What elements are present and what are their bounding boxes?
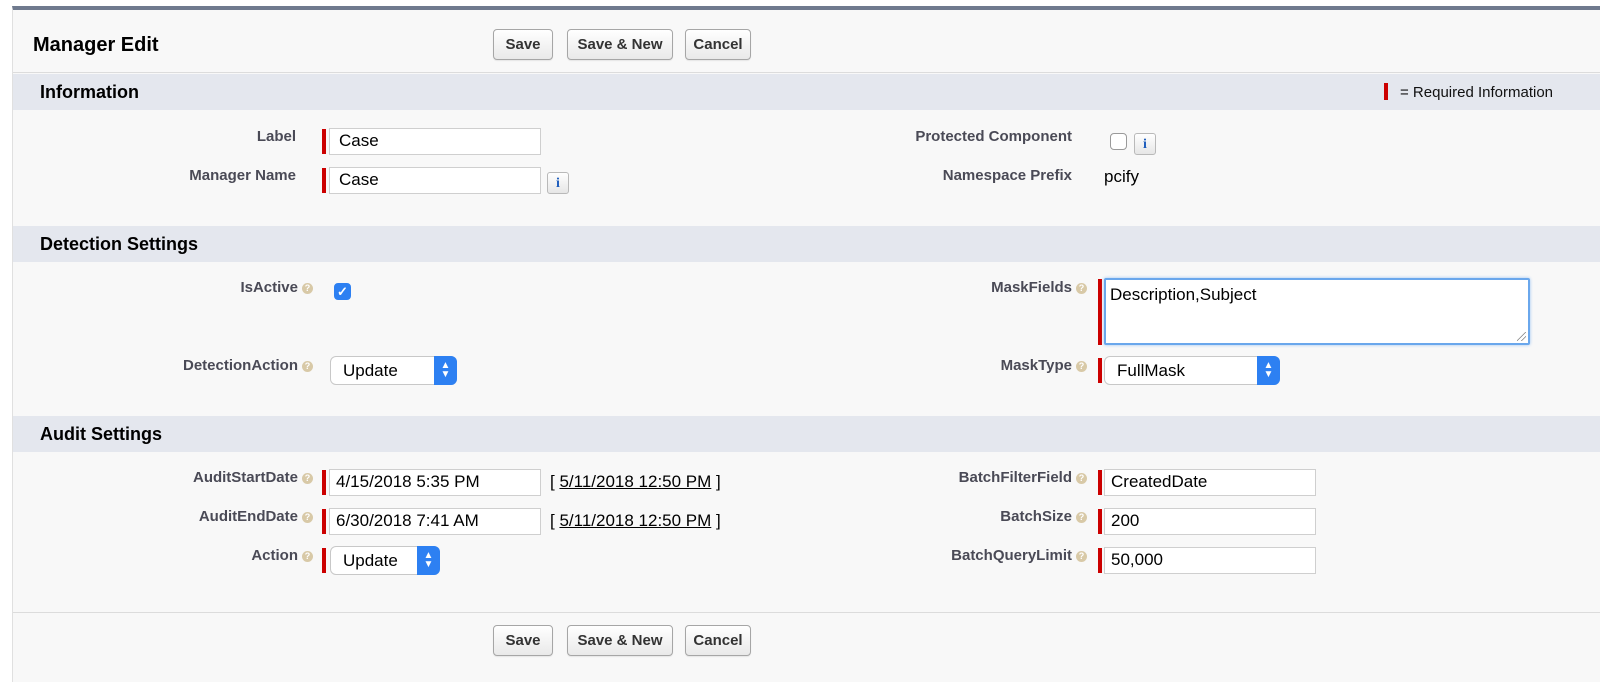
audit-end-date-link[interactable]: 5/11/2018 12:50 PM (559, 511, 711, 530)
batch-size-label-text: BatchSize (1000, 508, 1072, 525)
save-and-new-button[interactable]: Save & New (567, 29, 673, 60)
info-icon[interactable]: i (547, 172, 569, 194)
mask-type-label-text: MaskType (1000, 357, 1072, 374)
info-icon[interactable]: i (1134, 133, 1156, 155)
mask-fields-label: MaskFields? (991, 279, 1087, 296)
required-marker (322, 129, 326, 154)
mask-fields-textarea[interactable]: Description,Subject (1104, 278, 1530, 345)
batch-filter-field-input[interactable]: CreatedDate (1104, 469, 1316, 496)
required-marker (1098, 358, 1102, 383)
required-marker (1098, 548, 1102, 573)
help-icon[interactable]: ? (1076, 551, 1087, 562)
help-icon[interactable]: ? (302, 361, 313, 372)
header-divider (13, 72, 1600, 73)
required-indicator-icon (1384, 83, 1388, 100)
action-label: Action? (251, 547, 313, 564)
detection-action-value: Update (343, 361, 398, 380)
section-title-audit: Audit Settings (40, 424, 162, 444)
namespace-prefix-label: Namespace Prefix (942, 167, 1072, 184)
select-chevron-icon: ▲ ▼ (417, 546, 440, 575)
action-select[interactable]: Update ▲ ▼ (330, 546, 440, 575)
select-chevron-icon: ▲ ▼ (434, 356, 457, 385)
batch-size-input[interactable]: 200 (1104, 508, 1316, 535)
footer-save-button[interactable]: Save (493, 625, 553, 656)
mask-fields-value: Description,Subject (1110, 285, 1257, 304)
action-value: Update (343, 551, 398, 570)
detection-action-label: DetectionAction? (183, 357, 313, 374)
action-label-text: Action (251, 547, 298, 564)
is-active-label: IsActive? (240, 279, 313, 296)
audit-start-date-link[interactable]: 5/11/2018 12:50 PM (559, 472, 711, 491)
required-marker (1098, 470, 1102, 495)
required-marker (322, 470, 326, 495)
detection-action-label-text: DetectionAction (182, 357, 298, 374)
audit-end-date-label-text: AuditEndDate (198, 508, 298, 525)
required-marker (322, 548, 326, 573)
page-title: Manager Edit (33, 34, 159, 56)
audit-start-date-label: AuditStartDate? (193, 469, 313, 486)
section-header-information: Information = Required Information (13, 74, 1600, 110)
manager-edit-panel: Manager Edit Save Save & New Cancel Info… (12, 6, 1600, 682)
cancel-button[interactable]: Cancel (685, 29, 751, 60)
is-active-checkbox[interactable]: ✓ (334, 283, 351, 300)
mask-fields-label-text: MaskFields (991, 279, 1072, 296)
audit-end-date-today-link: [ 5/11/2018 12:50 PM ] (550, 511, 721, 530)
label-field-label: Label (256, 128, 296, 145)
audit-start-date-today-link: [ 5/11/2018 12:50 PM ] (550, 472, 721, 491)
required-marker (1098, 509, 1102, 534)
help-icon[interactable]: ? (1076, 361, 1087, 372)
manager-name-input[interactable]: Case (329, 167, 541, 194)
required-marker (322, 168, 326, 193)
help-icon[interactable]: ? (302, 512, 313, 523)
label-input[interactable]: Case (329, 128, 541, 155)
section-title-detection: Detection Settings (40, 234, 199, 254)
protected-component-label: Protected Component (915, 128, 1072, 145)
help-icon[interactable]: ? (1076, 473, 1087, 484)
is-active-label-text: IsActive (240, 279, 298, 296)
required-legend-text: = Required Information (1400, 84, 1554, 101)
audit-end-date-label: AuditEndDate? (199, 508, 313, 525)
audit-end-date-input[interactable]: 6/30/2018 7:41 AM (329, 508, 541, 535)
save-button[interactable]: Save (493, 29, 553, 60)
manager-name-label: Manager Name (189, 167, 296, 184)
section-header-audit: Audit Settings (13, 416, 1600, 452)
footer-divider (13, 612, 1600, 613)
help-icon[interactable]: ? (302, 283, 313, 294)
select-chevron-icon: ▲ ▼ (1257, 356, 1280, 385)
mask-type-select[interactable]: FullMask ▲ ▼ (1104, 356, 1280, 385)
help-icon[interactable]: ? (302, 551, 313, 562)
resize-handle-icon[interactable] (1517, 332, 1526, 341)
audit-start-date-input[interactable]: 4/15/2018 5:35 PM (329, 469, 541, 496)
required-marker (322, 509, 326, 534)
required-legend: = Required Information (1384, 83, 1553, 101)
required-marker (1098, 279, 1102, 345)
namespace-prefix-value: pcify (1104, 167, 1139, 186)
footer-save-and-new-button[interactable]: Save & New (567, 625, 673, 656)
help-icon[interactable]: ? (1076, 512, 1087, 523)
section-title-information: Information (40, 82, 139, 102)
help-icon[interactable]: ? (1076, 283, 1087, 294)
protected-component-checkbox[interactable] (1110, 133, 1127, 150)
batch-query-limit-label: BatchQueryLimit? (951, 547, 1087, 564)
help-icon[interactable]: ? (302, 473, 313, 484)
batch-size-label: BatchSize? (1000, 508, 1087, 525)
section-header-detection: Detection Settings (13, 226, 1600, 262)
audit-start-date-label-text: AuditStartDate (192, 469, 298, 486)
batch-query-limit-input[interactable]: 50,000 (1104, 547, 1316, 574)
detection-action-select[interactable]: Update ▲ ▼ (330, 356, 457, 385)
footer-cancel-button[interactable]: Cancel (685, 625, 751, 656)
batch-query-limit-label-text: BatchQueryLimit (951, 547, 1072, 564)
batch-filter-field-label: BatchFilterField? (959, 469, 1087, 486)
mask-type-label: MaskType? (1001, 357, 1087, 374)
mask-type-value: FullMask (1117, 361, 1186, 380)
batch-filter-field-label-text: BatchFilterField (958, 469, 1072, 486)
